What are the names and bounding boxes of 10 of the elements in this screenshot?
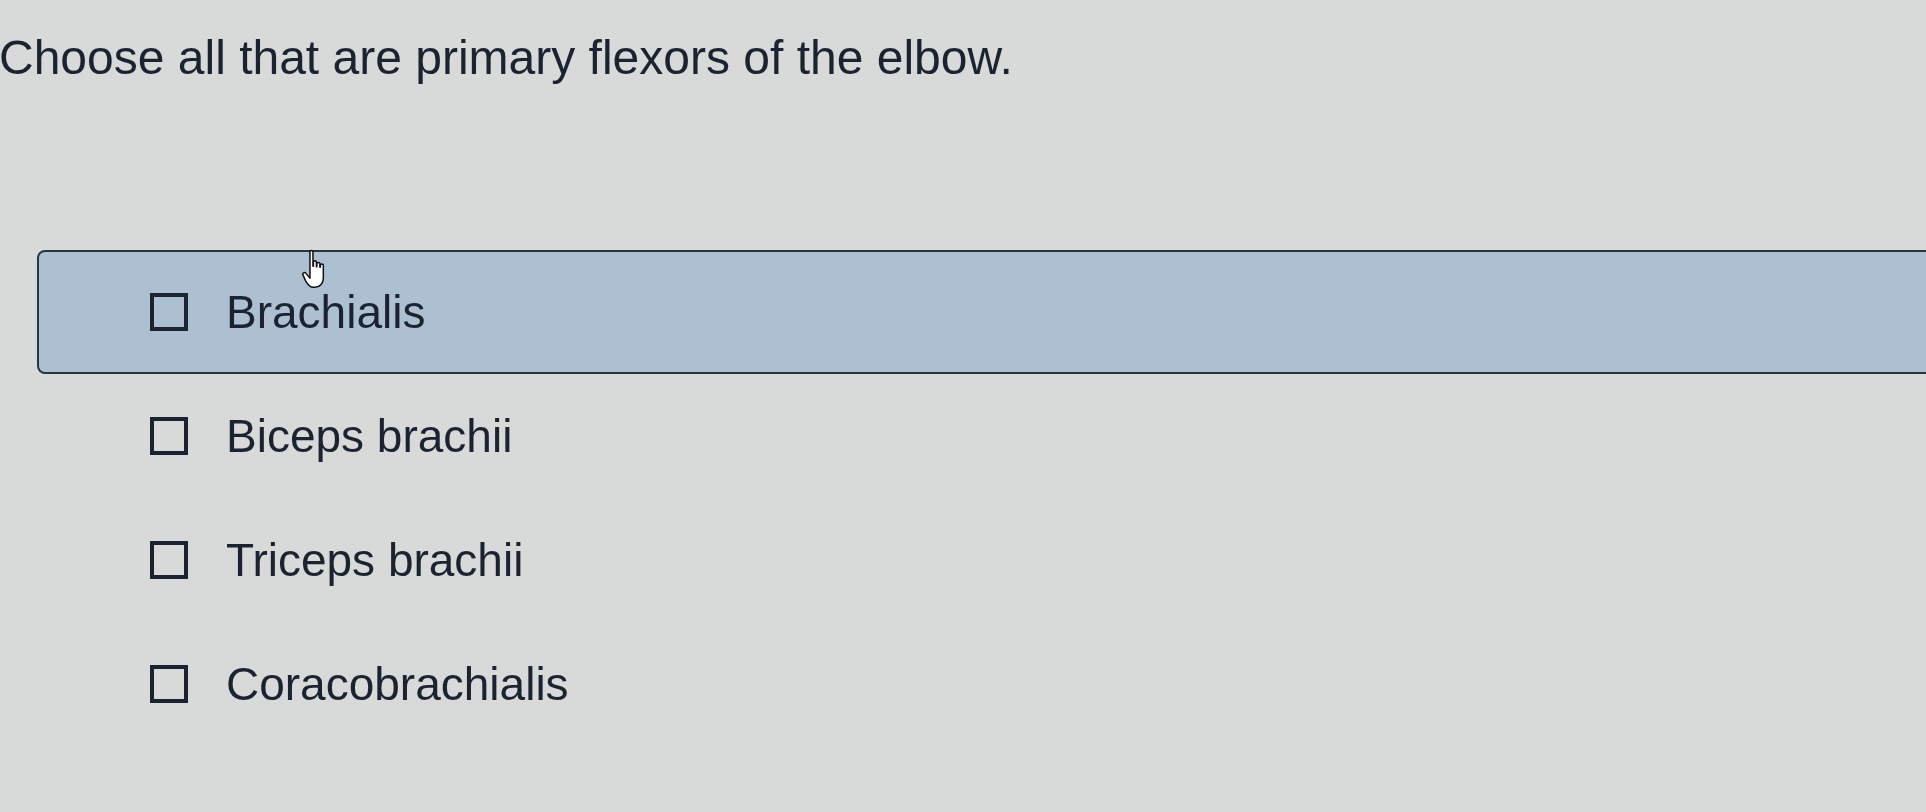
question-text: Choose all that are primary flexors of the elbow. [0, 30, 1014, 86]
option-label: Brachialis [226, 285, 426, 339]
option-label: Coracobrachialis [226, 657, 569, 711]
checkbox[interactable] [150, 293, 188, 331]
highlighted-option-row[interactable]: Brachialis [37, 250, 1926, 374]
checkbox[interactable] [150, 417, 188, 455]
checkbox[interactable] [150, 541, 188, 579]
checkbox[interactable] [150, 665, 188, 703]
option-label: Biceps brachii [226, 409, 513, 463]
option-label: Triceps brachii [226, 533, 524, 587]
